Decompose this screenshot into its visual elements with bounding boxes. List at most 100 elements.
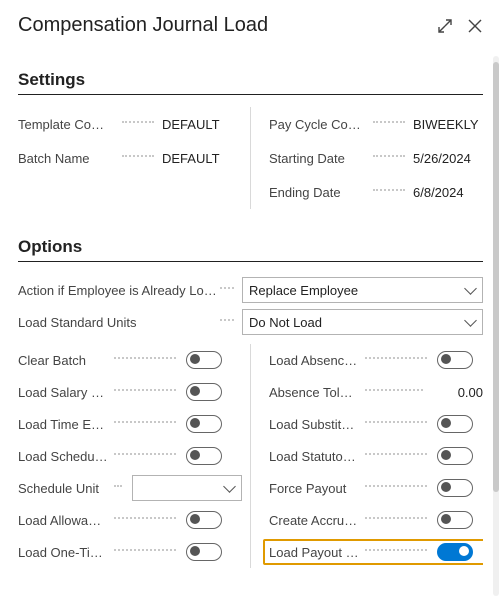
dotted-leader — [365, 549, 427, 551]
dotted-leader — [365, 357, 427, 359]
load-allowance-toggle[interactable] — [186, 511, 222, 529]
field-label: Load One-Ti… — [18, 545, 110, 560]
starting-date-field[interactable]: Starting Date 5/26/2024 — [269, 141, 483, 175]
load-payout-toggle[interactable] — [437, 543, 473, 561]
load-substitute-toggle[interactable] — [437, 415, 473, 433]
load-time-toggle[interactable] — [186, 415, 222, 433]
dotted-leader — [365, 517, 427, 519]
load-statutory-toggle[interactable] — [437, 447, 473, 465]
option-row: Force Payout — [269, 472, 483, 504]
ending-date-field[interactable]: Ending Date 6/8/2024 — [269, 175, 483, 209]
option-row: Load Salary L… — [18, 376, 232, 408]
dotted-leader — [373, 189, 405, 191]
close-icon[interactable] — [467, 18, 483, 34]
field-value: BIWEEKLY — [413, 117, 483, 132]
options-left-col: Clear Batch Load Salary L… Load Time E… Loa… — [18, 344, 250, 568]
field-value: DEFAULT — [162, 151, 232, 166]
field-label: Force Payout — [269, 481, 361, 496]
dotted-leader — [365, 453, 427, 455]
batch-name-field[interactable]: Batch Name DEFAULT — [18, 141, 232, 175]
divider — [18, 94, 483, 95]
titlebar-actions — [437, 18, 483, 34]
dotted-leader — [365, 421, 427, 423]
load-salary-toggle[interactable] — [186, 383, 222, 401]
options-toggle-grid: Clear Batch Load Salary L… Load Time E… Loa… — [18, 344, 483, 568]
dotted-leader — [114, 517, 176, 519]
dotted-leader — [114, 389, 176, 391]
field-label: Load Schedu… — [18, 449, 110, 464]
option-row: Load Time E… — [18, 408, 232, 440]
action-if-loaded-select[interactable]: Replace Employee — [242, 277, 483, 303]
dotted-leader — [114, 549, 176, 551]
clear-batch-toggle[interactable] — [186, 351, 222, 369]
dotted-leader — [365, 389, 423, 391]
create-accrual-toggle[interactable] — [437, 511, 473, 529]
dotted-leader — [114, 357, 176, 359]
field-label: Template Co… — [18, 117, 116, 132]
schedule-unit-combo[interactable] — [132, 475, 242, 501]
option-row: Load Substit… — [269, 408, 483, 440]
dotted-leader — [220, 287, 234, 289]
settings-heading: Settings — [18, 70, 483, 90]
settings-right-col: Pay Cycle Co… BIWEEKLY Starting Date 5/2… — [250, 107, 483, 209]
dotted-leader — [114, 453, 176, 455]
option-row: Load Statuto… — [269, 440, 483, 472]
option-row: Create Accru… — [269, 504, 483, 536]
option-row: Clear Batch — [18, 344, 232, 376]
scrollbar-thumb[interactable] — [493, 62, 499, 492]
divider — [18, 261, 483, 262]
settings-grid: Template Co… DEFAULT Batch Name DEFAULT … — [18, 107, 483, 209]
action-if-loaded-row: Action if Employee is Already Lo… Replac… — [18, 274, 483, 306]
field-label: Starting Date — [269, 151, 367, 166]
template-code-field[interactable]: Template Co… DEFAULT — [18, 107, 232, 141]
field-label: Load Standard Units — [18, 315, 218, 330]
dotted-leader — [365, 485, 427, 487]
option-row: Schedule Unit — [18, 472, 232, 504]
field-label: Load Substit… — [269, 417, 361, 432]
dotted-leader — [373, 155, 405, 157]
field-label: Absence Tol… — [269, 385, 361, 400]
field-label: Load Payout … — [269, 545, 361, 560]
option-row: Absence Tol… 0.00 — [269, 376, 483, 408]
load-std-units-select[interactable]: Do Not Load — [242, 309, 483, 335]
force-payout-toggle[interactable] — [437, 479, 473, 497]
load-absence-toggle[interactable] — [437, 351, 473, 369]
field-value: 6/8/2024 — [413, 185, 483, 200]
field-label: Batch Name — [18, 151, 116, 166]
option-row: Load Schedu… — [18, 440, 232, 472]
dotted-leader — [114, 421, 176, 423]
option-row: Load Payout … — [269, 536, 483, 568]
field-label: Load Absenc… — [269, 353, 361, 368]
field-label: Create Accru… — [269, 513, 361, 528]
options-heading: Options — [18, 237, 483, 257]
option-row: Load Allowa… — [18, 504, 232, 536]
pay-cycle-field[interactable]: Pay Cycle Co… BIWEEKLY — [269, 107, 483, 141]
field-label: Load Salary L… — [18, 385, 110, 400]
load-onetime-toggle[interactable] — [186, 543, 222, 561]
dotted-leader — [122, 155, 154, 157]
option-row: Load One-Ti… — [18, 536, 232, 568]
expand-icon[interactable] — [437, 18, 453, 34]
field-label: Schedule Unit — [18, 481, 110, 496]
dialog-title: Compensation Journal Load — [18, 14, 268, 37]
field-label: Action if Employee is Already Lo… — [18, 283, 218, 298]
field-label: Ending Date — [269, 185, 367, 200]
load-std-units-row: Load Standard Units Do Not Load — [18, 306, 483, 338]
dotted-leader — [373, 121, 405, 123]
dotted-leader — [220, 319, 234, 321]
content-scroll-area[interactable]: Settings Template Co… DEFAULT Batch Name… — [18, 50, 483, 607]
absence-tolerance-value: 0.00 — [433, 385, 483, 400]
field-label: Pay Cycle Co… — [269, 117, 367, 132]
scrollbar[interactable] — [493, 56, 499, 596]
field-label: Load Time E… — [18, 417, 110, 432]
dotted-leader — [114, 485, 122, 487]
load-schedule-toggle[interactable] — [186, 447, 222, 465]
settings-left-col: Template Co… DEFAULT Batch Name DEFAULT — [18, 107, 250, 209]
titlebar: Compensation Journal Load — [18, 14, 483, 37]
dialog-window: Compensation Journal Load Settings Temp — [0, 0, 501, 607]
option-row: Load Absenc… — [269, 344, 483, 376]
options-right-col: Load Absenc… Absence Tol… 0.00 Load Substit… — [250, 344, 483, 568]
field-value: 5/26/2024 — [413, 151, 483, 166]
field-label: Load Statuto… — [269, 449, 361, 464]
field-value: DEFAULT — [162, 117, 232, 132]
